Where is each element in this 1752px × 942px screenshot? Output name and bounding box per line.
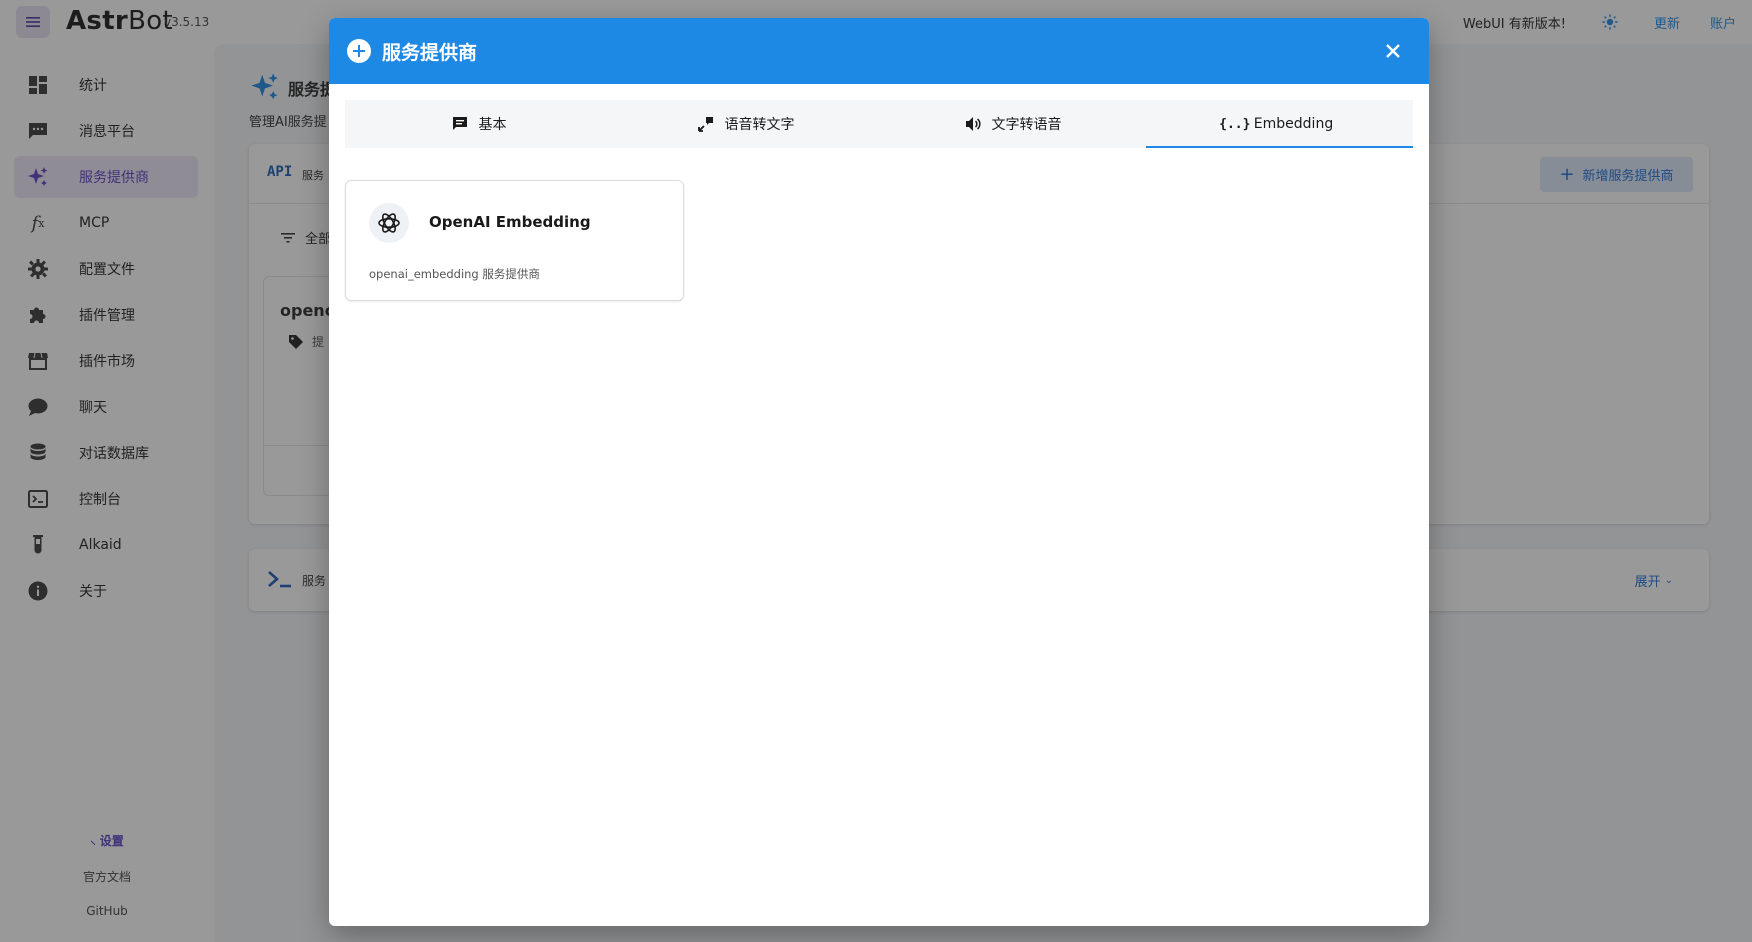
tab-embedding[interactable]: {..} Embedding [1146, 100, 1413, 148]
volume-icon [964, 115, 982, 133]
dialog-title: 服务提供商 [382, 42, 478, 64]
provider-option-name: OpenAI Embedding [429, 213, 591, 231]
tab-speech-to-text[interactable]: 语音转文字 [612, 100, 879, 148]
tab-basic[interactable]: 基本 [345, 100, 612, 148]
code-braces-icon: {..} [1219, 116, 1251, 132]
close-icon[interactable] [1381, 39, 1405, 63]
provider-dialog: 服务提供商 基本 语音转文字 文字转语音 {..} Embedding Open… [329, 18, 1429, 926]
provider-option-description: openai_embedding 服务提供商 [369, 267, 540, 281]
dialog-header: 服务提供商 [329, 18, 1429, 84]
message-icon [451, 115, 469, 133]
speech-to-text-icon [697, 115, 715, 133]
provider-type-tabs: 基本 语音转文字 文字转语音 {..} Embedding [345, 100, 1413, 148]
plus-circle-icon [347, 39, 371, 63]
provider-option-card[interactable]: OpenAI Embedding openai_embedding 服务提供商 [345, 180, 684, 301]
tab-text-to-speech[interactable]: 文字转语音 [879, 100, 1146, 148]
openai-logo-icon [369, 203, 409, 243]
